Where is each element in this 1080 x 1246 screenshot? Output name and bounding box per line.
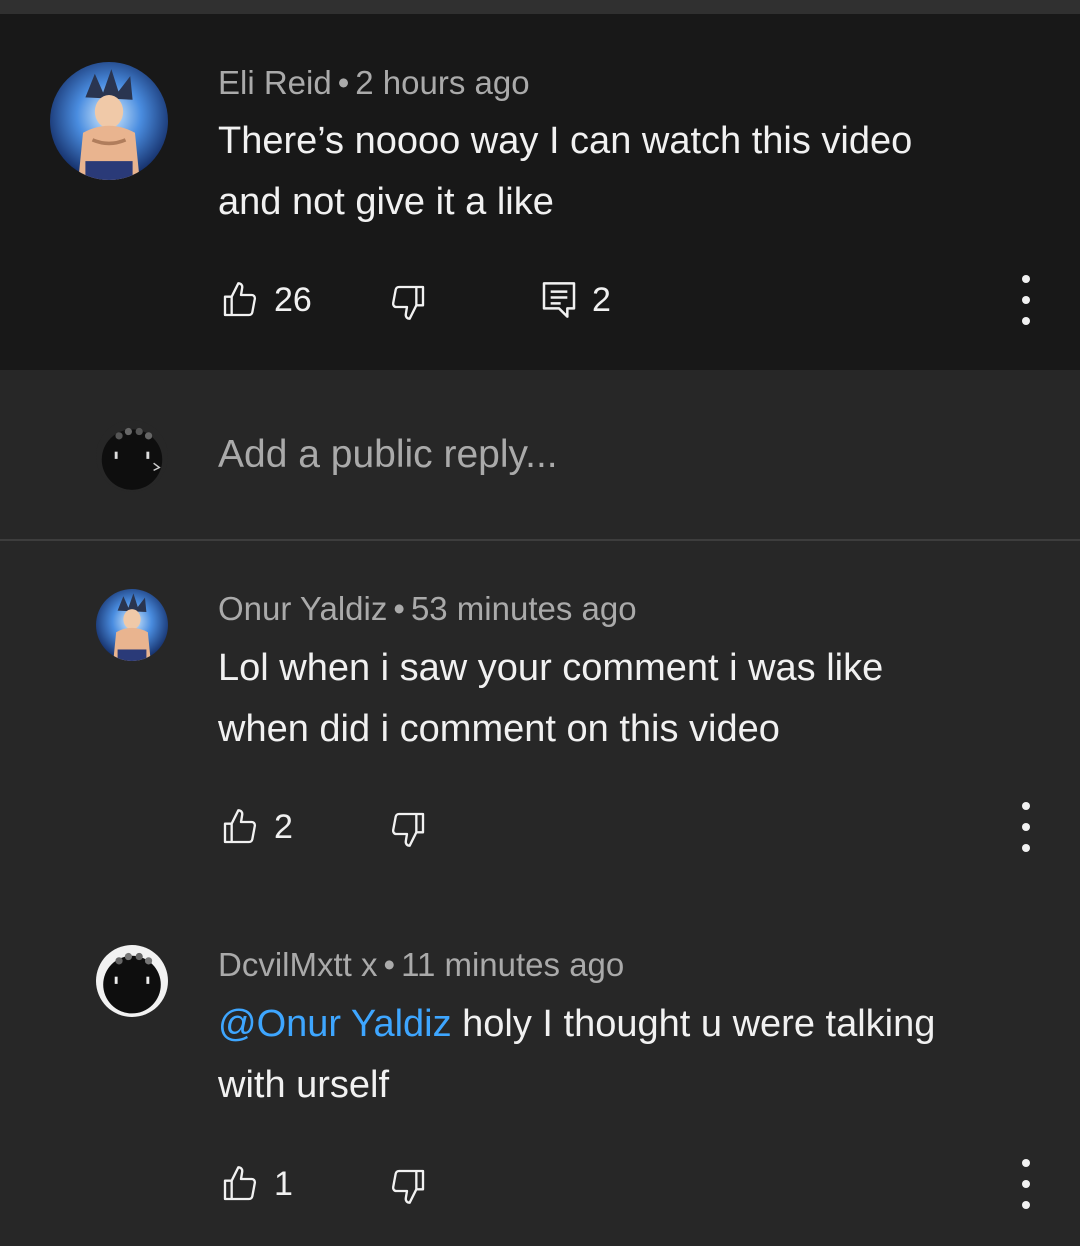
reply-count: 2 (592, 280, 611, 319)
thumbs-up-icon (223, 809, 257, 844)
thumbs-up-icon (223, 1166, 257, 1201)
user-avatar-icon (96, 420, 168, 492)
comment-time: 2 hours ago (355, 64, 530, 101)
reply-comment-icon (542, 282, 576, 318)
more-dot (1022, 1180, 1030, 1188)
more-dot (1022, 275, 1030, 283)
like-count: 1 (274, 1164, 293, 1203)
more-options-button[interactable] (1016, 275, 1036, 325)
reply-avatar[interactable] (96, 589, 168, 661)
anime-character-avatar-icon (96, 589, 168, 661)
parent-comment-meta: Eli Reid • 2 hours ago (218, 64, 530, 102)
thumbs-down-icon (391, 1169, 425, 1204)
more-options-button[interactable] (1016, 802, 1036, 852)
current-user-avatar (96, 420, 168, 492)
author-name[interactable]: Eli Reid (218, 64, 332, 101)
more-dot (1022, 1159, 1030, 1167)
reply-meta: DcvilMxtt x • 11 minutes ago (218, 946, 624, 984)
parent-comment-text: There’s noooo way I can watch this video… (218, 111, 1018, 233)
more-dot (1022, 1201, 1030, 1209)
dislike-button[interactable] (388, 1166, 428, 1206)
like-button[interactable]: 2 (220, 807, 293, 847)
like-count: 26 (274, 280, 312, 319)
more-dot (1022, 823, 1030, 831)
top-strip (0, 0, 1080, 14)
more-dot (1022, 844, 1030, 852)
more-dot (1022, 296, 1030, 304)
anime-character-avatar-icon (50, 62, 168, 180)
reply-text: Lol when i saw your comment i was like w… (218, 638, 1018, 760)
comment-text-line: @Onur Yaldiz holy I thought u were talki… (218, 994, 1018, 1055)
separator-dot: • (337, 64, 350, 101)
comment-text-line: with urself (218, 1064, 390, 1106)
more-options-button[interactable] (1016, 1159, 1036, 1209)
author-name[interactable]: DcvilMxtt x (218, 946, 378, 983)
thumbs-down-icon (391, 812, 425, 847)
separator-dot: • (393, 590, 405, 627)
thumbs-down-icon (391, 285, 425, 320)
like-count: 2 (274, 807, 293, 846)
dislike-button[interactable] (388, 282, 428, 322)
comment-time: 53 minutes ago (410, 590, 637, 627)
like-button[interactable]: 26 (220, 280, 312, 320)
comment-text-line: and not give it a like (218, 181, 554, 223)
reply-meta: Onur Yaldiz • 53 minutes ago (218, 590, 637, 628)
comment-text-line: when did i comment on this video (218, 708, 780, 750)
parent-avatar[interactable] (50, 62, 168, 180)
reply-button[interactable]: 2 (540, 280, 611, 320)
separator-dot: • (383, 946, 396, 983)
author-name[interactable]: Onur Yaldiz (218, 590, 387, 627)
reply-input[interactable]: Add a public reply... (218, 433, 558, 477)
reply-avatar[interactable] (96, 945, 168, 1017)
divider (0, 539, 1080, 541)
comment-text: holy I thought u were talking (451, 1003, 936, 1045)
more-dot (1022, 802, 1030, 810)
comment-time: 11 minutes ago (401, 946, 625, 983)
user-avatar-icon (96, 945, 168, 1017)
mention-link[interactable]: @Onur Yaldiz (218, 1003, 452, 1045)
like-button[interactable]: 1 (220, 1164, 293, 1204)
reply-text: @Onur Yaldiz holy I thought u were talki… (218, 994, 1018, 1116)
more-dot (1022, 317, 1030, 325)
thumbs-up-icon (223, 282, 257, 317)
comment-text-line: There’s noooo way I can watch this video (218, 120, 913, 162)
comment-text-line: Lol when i saw your comment i was like (218, 647, 884, 689)
dislike-button[interactable] (388, 809, 428, 849)
